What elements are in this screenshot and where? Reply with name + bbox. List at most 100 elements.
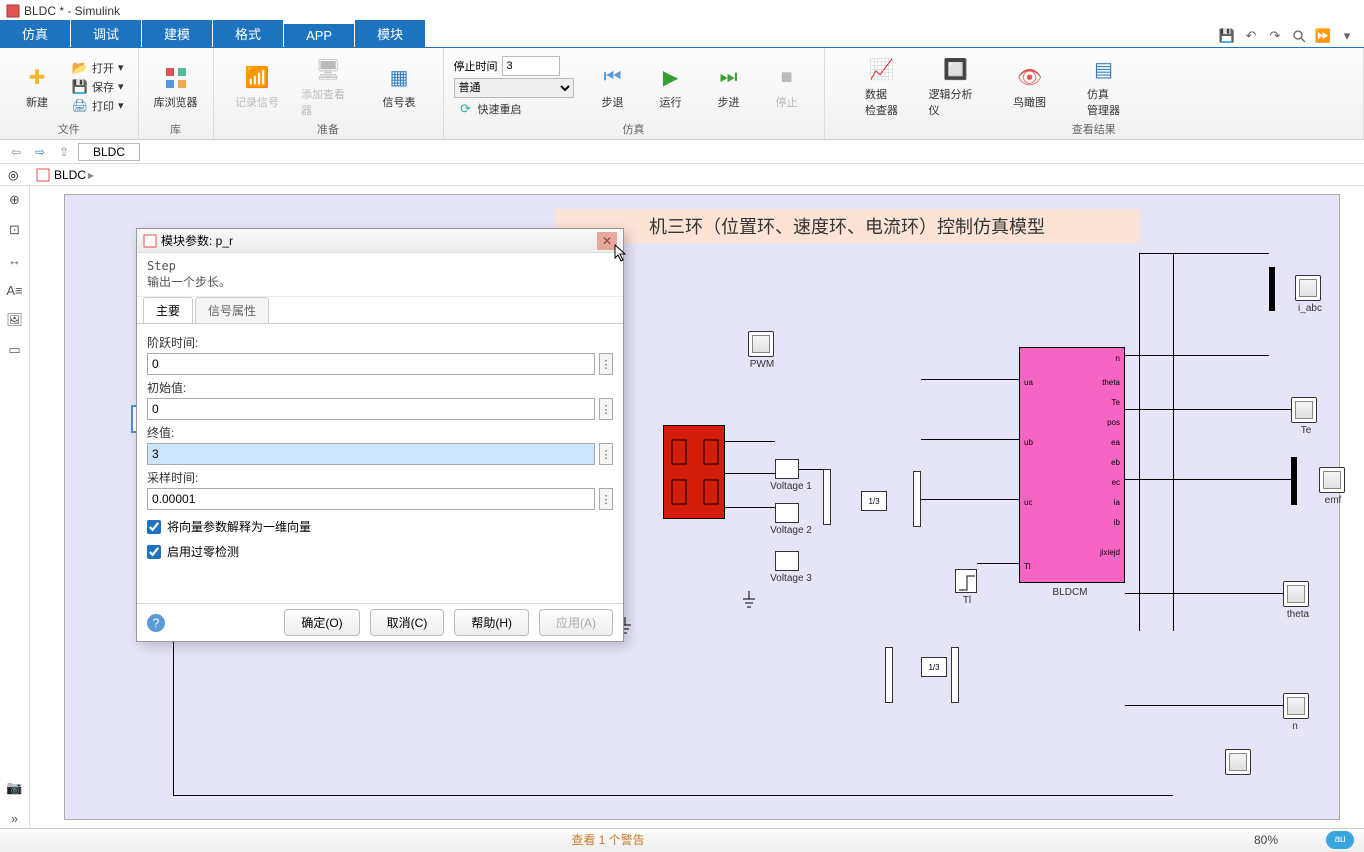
dialog-help-icon[interactable]: ? — [147, 614, 165, 632]
port-uc: uc — [1024, 498, 1032, 507]
block-mux-1[interactable] — [823, 469, 831, 525]
chk-vector-label: 将向量参数解释为一维向量 — [167, 518, 311, 535]
sim-manager-button[interactable]: ▤仿真 管理器 — [1077, 53, 1131, 121]
nav-up-icon[interactable]: ⇧ — [54, 142, 74, 162]
library-icon — [162, 64, 190, 92]
image-icon[interactable]: 🖼 — [5, 310, 25, 330]
block-gain-1[interactable]: 1/3 — [861, 491, 887, 511]
scope-n[interactable] — [1283, 693, 1309, 719]
block-demux-1[interactable] — [951, 647, 959, 703]
run-button[interactable]: ▶运行 — [644, 53, 698, 121]
screenshot-icon[interactable]: 📷 — [5, 778, 25, 798]
status-warning[interactable]: 查看 1 个警告 — [10, 831, 1206, 848]
expand-icon[interactable]: » — [5, 808, 25, 828]
tab-debug[interactable]: 调试 — [71, 20, 141, 47]
sample-input[interactable] — [147, 488, 595, 510]
status-au[interactable]: au — [1326, 831, 1354, 849]
dialog-tab-main[interactable]: 主要 — [143, 297, 193, 323]
fast-restart-button[interactable]: ⟳快速重启 — [454, 100, 574, 118]
initial-more[interactable]: ⋮ — [599, 398, 613, 420]
mode-select[interactable]: 普通 — [454, 78, 574, 98]
save-icon[interactable]: 💾 — [1218, 27, 1236, 45]
step-time-input[interactable] — [147, 353, 595, 375]
tab-block[interactable]: 模块 — [355, 20, 425, 47]
pan-icon[interactable]: ↔ — [5, 250, 25, 270]
dialog-close-button[interactable]: ✕ — [597, 232, 617, 250]
scope-i-abc[interactable] — [1295, 275, 1321, 301]
stop-button[interactable]: ■停止 — [760, 53, 814, 121]
initial-input[interactable] — [147, 398, 595, 420]
nav-crumb[interactable]: BLDC — [78, 143, 140, 161]
dialog-titlebar[interactable]: 模块参数: p_r ✕ — [137, 229, 623, 253]
block-voltage-3[interactable] — [775, 551, 799, 571]
block-demux-2[interactable] — [885, 647, 893, 703]
fast-icon[interactable]: ⏩ — [1314, 27, 1332, 45]
label-pwm: PWM — [747, 359, 777, 370]
chk-zero[interactable] — [147, 545, 161, 559]
data-inspector-button[interactable]: 📈数据 检查器 — [855, 53, 909, 121]
library-browser-button[interactable]: 库浏览器 — [149, 53, 203, 121]
block-mux-2[interactable] — [913, 471, 921, 527]
block-mux-emf[interactable] — [1291, 457, 1297, 505]
chk-vector[interactable] — [147, 520, 161, 534]
block-tl-step[interactable] — [955, 569, 977, 593]
block-ground[interactable] — [741, 591, 757, 609]
step-fwd-button[interactable]: ⏭步进 — [702, 53, 756, 121]
scope-emf[interactable] — [1319, 467, 1345, 493]
scope-theta[interactable] — [1283, 581, 1309, 607]
model-title-annotation[interactable]: 机三环（位置环、速度环、电流环）控制仿真模型 — [555, 209, 1139, 243]
block-bldcm[interactable]: n theta Te pos ea eb ec ia ib jixiejd ua… — [1019, 347, 1125, 583]
final-input[interactable] — [147, 443, 595, 465]
redo-icon[interactable]: ↷ — [1266, 27, 1284, 45]
ok-button[interactable]: 确定(O) — [284, 609, 359, 636]
scope-te[interactable] — [1291, 397, 1317, 423]
sample-more[interactable]: ⋮ — [599, 488, 613, 510]
save-button[interactable]: 💾保存▾ — [68, 78, 128, 96]
stop-time-input[interactable] — [502, 56, 560, 76]
nav-fwd-icon[interactable]: ⇨ — [30, 142, 50, 162]
block-igbt[interactable] — [663, 425, 725, 519]
printer-icon: 🖨 — [72, 98, 88, 114]
step-back-button[interactable]: ⏮步退 — [586, 53, 640, 121]
label-n: n — [1289, 721, 1301, 732]
port-tl-in: Tl — [1024, 562, 1031, 571]
step-fwd-icon: ⏭ — [715, 64, 743, 92]
annotation-icon[interactable]: A≡ — [5, 280, 25, 300]
zoom-rect-icon[interactable]: ⊡ — [5, 220, 25, 240]
tab-simulate[interactable]: 仿真 — [0, 20, 70, 47]
open-button[interactable]: 📂打开▾ — [68, 59, 128, 77]
scope-extra[interactable] — [1225, 749, 1251, 775]
add-viewer-button[interactable]: 🖥 添加查看器 — [301, 53, 355, 121]
block-mux-iabc[interactable] — [1269, 267, 1275, 311]
block-voltage-1[interactable] — [775, 459, 799, 479]
tab-model[interactable]: 建模 — [142, 20, 212, 47]
help-dd-icon[interactable]: ▾ — [1338, 27, 1356, 45]
print-button[interactable]: 🖨打印▾ — [68, 97, 128, 115]
status-zoom[interactable]: 80% — [1206, 833, 1326, 847]
signal-table-button[interactable]: ▦ 信号表 — [372, 53, 426, 121]
tab-app[interactable]: APP — [284, 24, 354, 47]
area-icon[interactable]: ▭ — [5, 340, 25, 360]
step-time-more[interactable]: ⋮ — [599, 353, 613, 375]
cancel-button[interactable]: 取消(C) — [370, 609, 445, 636]
block-voltage-2[interactable] — [775, 503, 799, 523]
nav-back-icon[interactable]: ⇦ — [6, 142, 26, 162]
dialog-tab-signal[interactable]: 信号属性 — [195, 297, 269, 323]
apply-button[interactable]: 应用(A) — [539, 609, 613, 636]
scope-pwm[interactable] — [748, 331, 774, 357]
record-signal-button[interactable]: 📶 记录信号 — [230, 53, 284, 121]
viewer-icon: 🖥 — [314, 56, 342, 84]
block-gain-2[interactable]: 1/3 — [921, 657, 947, 677]
help-button[interactable]: 帮助(H) — [454, 609, 529, 636]
zoom-fit-icon[interactable]: ⊕ — [5, 190, 25, 210]
label-tl: Tl — [957, 595, 977, 606]
new-button[interactable]: ✚ 新建 — [10, 53, 64, 121]
tab-format[interactable]: 格式 — [213, 20, 283, 47]
birdeye-button[interactable]: 👁鸟瞰图 — [1003, 53, 1057, 121]
undo-icon[interactable]: ↶ — [1242, 27, 1260, 45]
final-more[interactable]: ⋮ — [599, 443, 613, 465]
search-icon[interactable] — [1290, 27, 1308, 45]
logic-analyzer-button[interactable]: 🔲逻辑分析仪 — [929, 53, 983, 121]
target-icon[interactable]: ◎ — [8, 168, 18, 182]
model-name[interactable]: BLDC — [54, 168, 86, 182]
